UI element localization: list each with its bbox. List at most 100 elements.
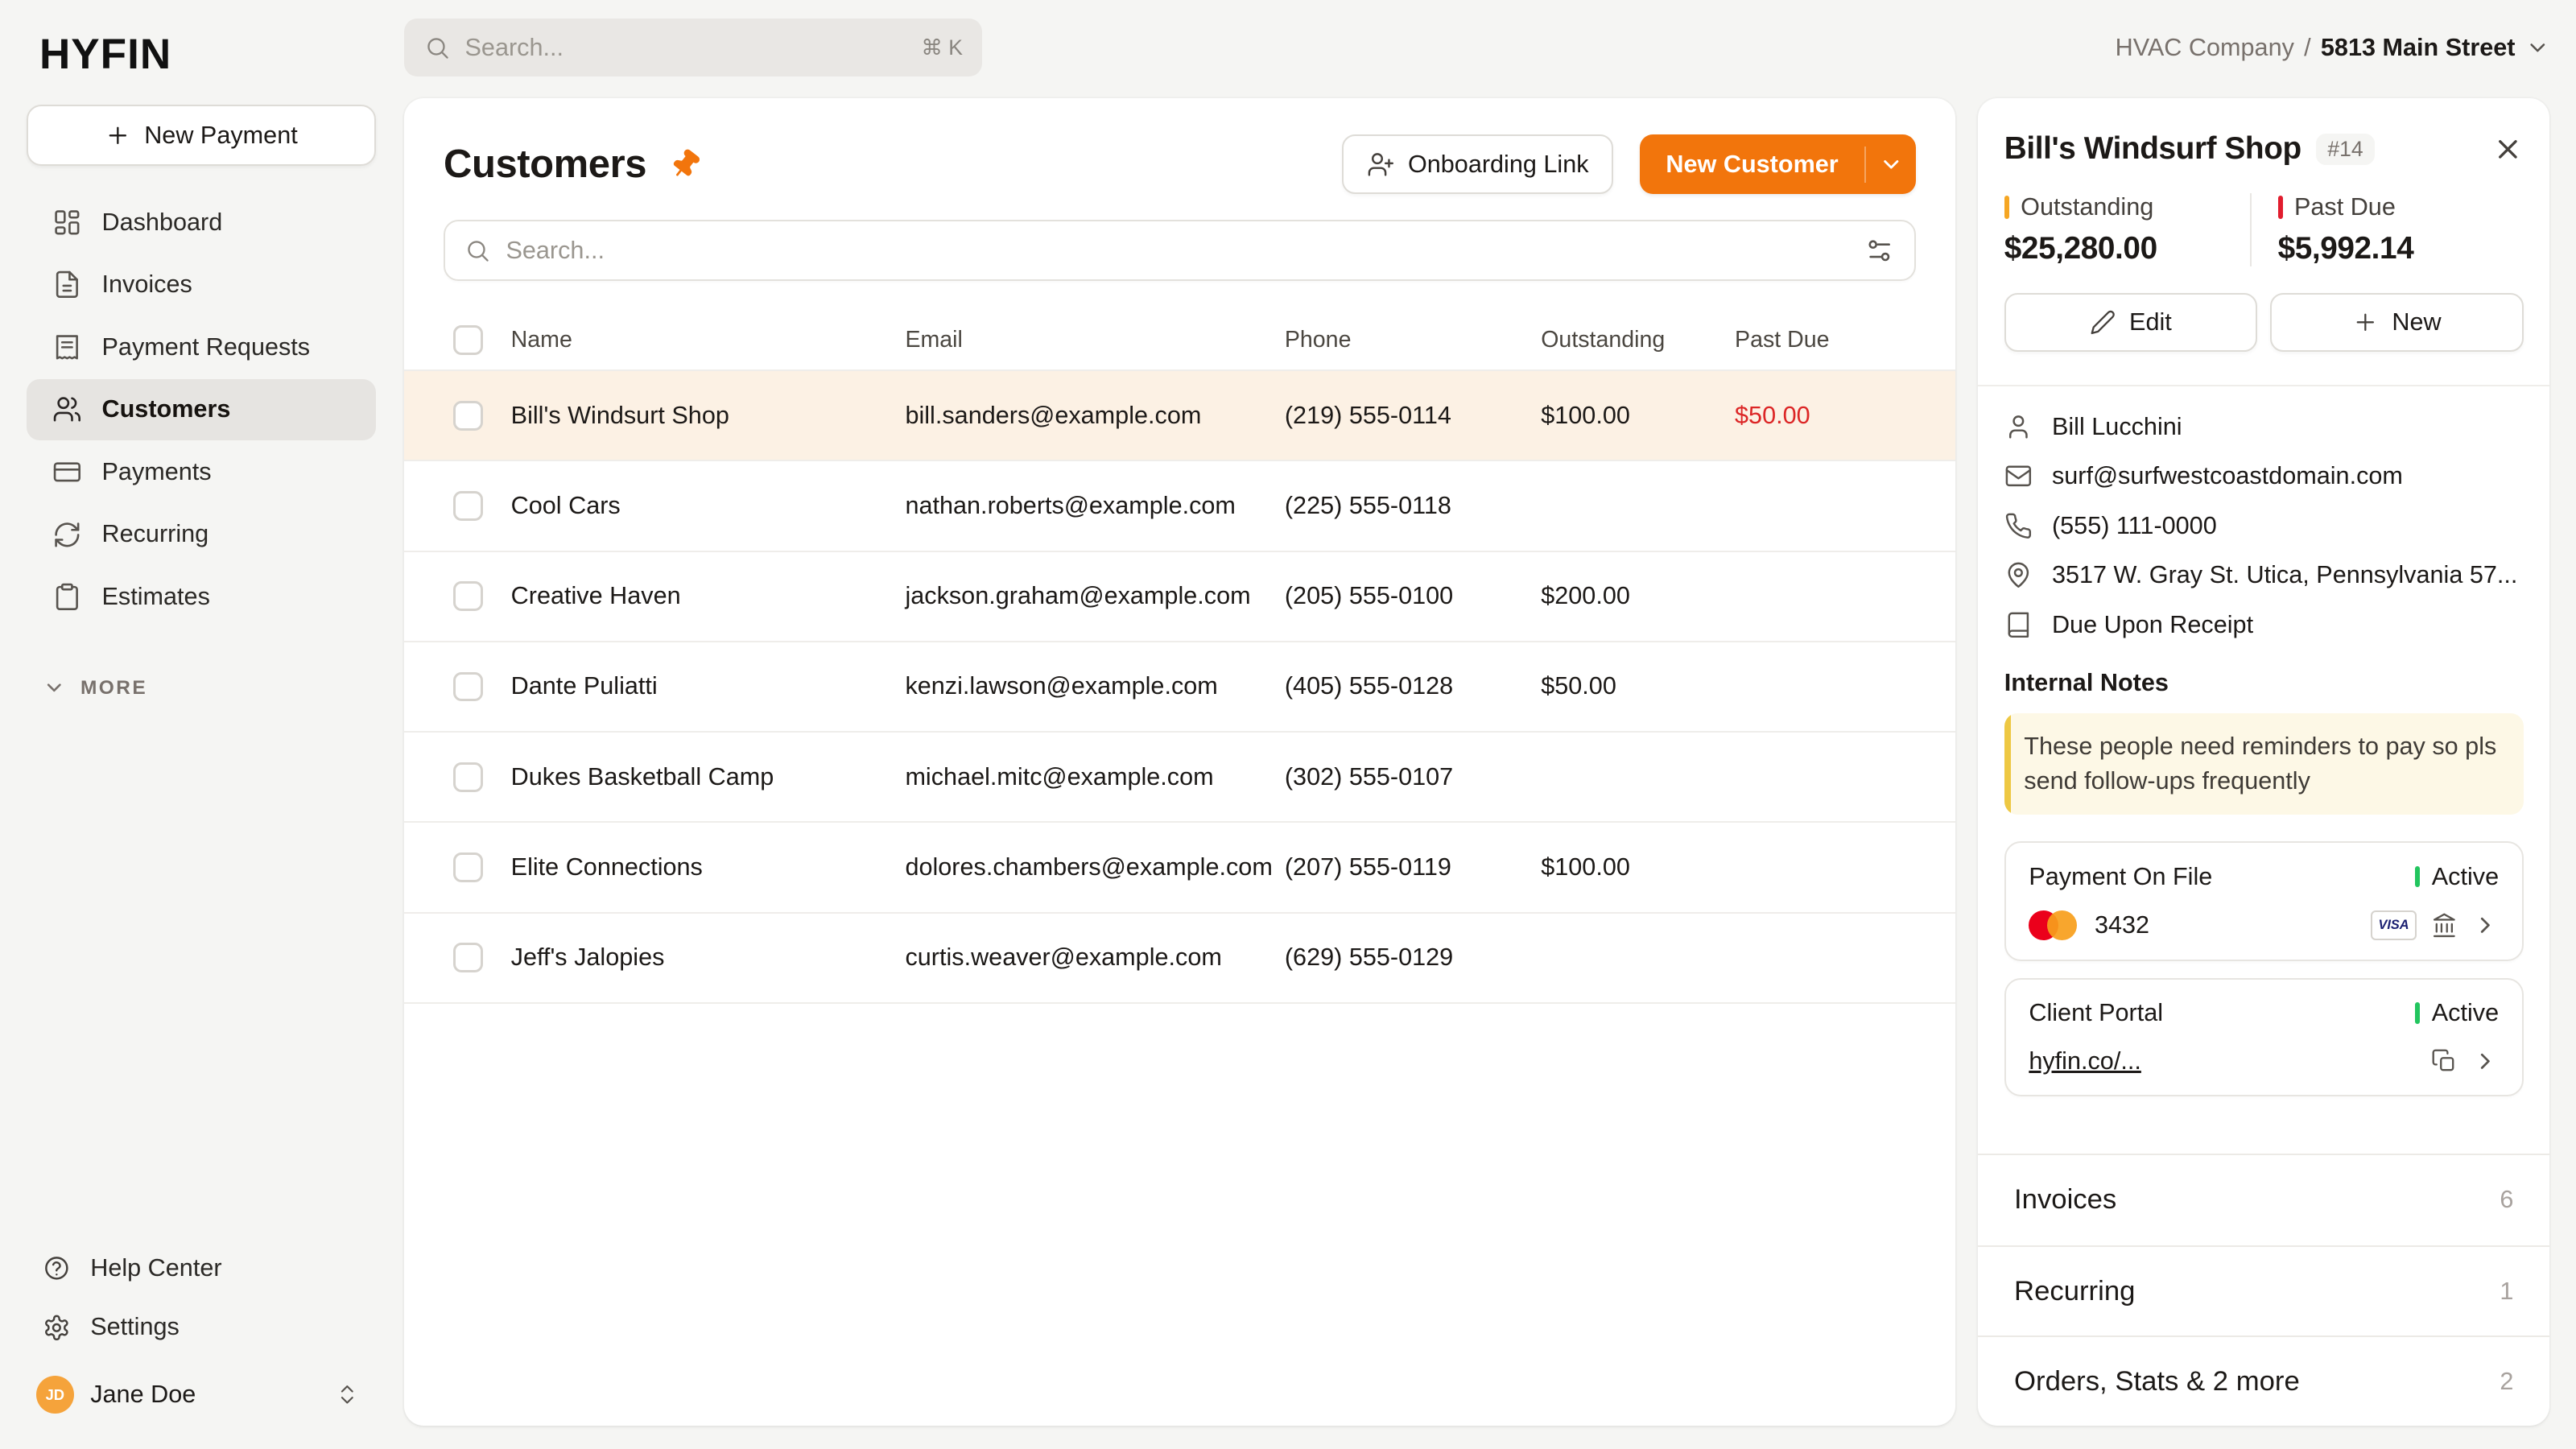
sidebar-footer: Help Center Settings JD Jane Doe [27,1239,377,1449]
sidebar-item-recurring[interactable]: Recurring [27,504,377,565]
detail-stats: Outstanding $25,280.00 Past Due $5,992.1… [2004,193,2524,266]
new-button[interactable]: New [2270,293,2523,352]
global-search-input[interactable] [465,34,906,62]
sidebar-item-estimates[interactable]: Estimates [27,567,377,628]
sidebar-item-label: Recurring [102,520,209,548]
active-bar-icon [2415,866,2420,888]
row-checkbox[interactable] [453,491,483,521]
user-icon [2004,413,2033,441]
section-invoices[interactable]: Invoices 6 [1978,1155,2549,1245]
new-payment-button[interactable]: New Payment [27,105,377,166]
avatar: JD [36,1376,74,1414]
customers-search[interactable] [444,220,1916,281]
settings-item[interactable]: Settings [27,1298,377,1356]
sidebar-item-label: Dashboard [102,208,223,237]
plus-icon [2352,309,2379,336]
row-checkbox[interactable] [453,762,483,792]
onboarding-link-button[interactable]: Onboarding Link [1342,134,1613,193]
client-portal-card[interactable]: Client Portal Active hyfin.co/... [2004,978,2524,1096]
table-row[interactable]: Jeff's Jalopies curtis.weaver@example.co… [404,914,1955,1004]
detail-scroll-area: Bill's Windsurf Shop #14 Outstanding $25… [1978,98,2549,1153]
chevron-down-icon [2525,35,2550,60]
cell-outstanding: $200.00 [1541,582,1735,610]
sidebar-item-dashboard[interactable]: Dashboard [27,192,377,254]
contact-text: 3517 W. Gray St. Utica, Pennsylvania 57.… [2052,561,2517,589]
detail-actions: Edit New [2004,293,2524,352]
cell-name: Dukes Basketball Camp [511,763,906,791]
users-icon [52,394,82,424]
section-count: 2 [2500,1368,2513,1396]
row-checkbox[interactable] [453,852,483,882]
detail-sections: Invoices 6 Recurring 1 Orders, Stats & 2… [1978,1154,2549,1426]
stat-label: Outstanding [2021,193,2153,221]
new-customer-button[interactable]: New Customer [1640,134,1865,193]
breadcrumb-separator: / [2304,34,2311,62]
internal-note: These people need reminders to pay so pl… [2004,713,2524,815]
cell-phone: (205) 555-0100 [1285,582,1541,610]
cell-email: dolores.chambers@example.com [905,853,1284,881]
customers-actions: Onboarding Link New Customer [1342,134,1915,193]
sidebar-item-customers[interactable]: Customers [27,379,377,440]
gear-icon [43,1314,71,1342]
user-menu[interactable]: JD Jane Doe [27,1357,377,1433]
section-recurring[interactable]: Recurring 1 [1978,1245,2549,1335]
internal-notes-heading: Internal Notes [2004,669,2524,697]
help-center-item[interactable]: Help Center [27,1239,377,1298]
customers-search-input[interactable] [506,237,1850,265]
chevron-right-icon[interactable] [2472,912,2499,939]
row-checkbox[interactable] [453,581,483,611]
edit-button[interactable]: Edit [2004,293,2257,352]
global-search[interactable]: ⌘ K [404,19,982,76]
sidebar-item-invoices[interactable]: Invoices [27,254,377,316]
chevron-right-icon[interactable] [2472,1048,2499,1075]
past-due-bar-icon [2278,196,2283,219]
filter-icon[interactable] [1864,236,1894,266]
cell-phone: (629) 555-0129 [1285,943,1541,972]
row-checkbox[interactable] [453,943,483,972]
payment-on-file-card[interactable]: Payment On File Active 3432 VISA [2004,841,2524,961]
pencil-icon [2090,309,2116,336]
pin-icon[interactable] [663,142,707,186]
breadcrumb[interactable]: HVAC Company / 5813 Main Street [2116,34,2550,62]
close-icon[interactable] [2492,134,2524,165]
sidebar-item-label: Payment Requests [102,333,311,361]
stat-outstanding: Outstanding $25,280.00 [2004,193,2250,266]
customer-detail-panel: Bill's Windsurf Shop #14 Outstanding $25… [1978,98,2549,1426]
payment-on-file-title: Payment On File [2029,863,2212,891]
table-row[interactable]: Elite Connections dolores.chambers@examp… [404,823,1955,913]
row-checkbox[interactable] [453,401,483,431]
sidebar-item-payment-requests[interactable]: Payment Requests [27,317,377,378]
sidebar-item-payments[interactable]: Payments [27,442,377,503]
col-name: Name [511,327,906,353]
clipboard-icon [52,582,82,612]
table-row[interactable]: Creative Haven jackson.graham@example.co… [404,552,1955,642]
plus-icon [105,122,131,149]
table-row[interactable]: Bill's Windsurt Shop bill.sanders@exampl… [404,371,1955,461]
cell-email: curtis.weaver@example.com [905,943,1284,972]
section-label: Recurring [2014,1276,2135,1307]
table-row[interactable]: Cool Cars nathan.roberts@example.com (22… [404,461,1955,551]
phone-icon [2004,512,2033,540]
copy-icon[interactable] [2431,1048,2458,1075]
new-customer-dropdown[interactable] [1866,134,1915,193]
cell-name: Dante Puliatti [511,672,906,700]
contact-text: (555) 111-0000 [2052,512,2217,540]
table-row[interactable]: Dante Puliatti kenzi.lawson@example.com … [404,642,1955,733]
sidebar-more-toggle[interactable]: MORE [27,676,377,700]
portal-status-badge: Active [2415,999,2499,1027]
cell-email: michael.mitc@example.com [905,763,1284,791]
refresh-icon [52,520,82,550]
table-row[interactable]: Dukes Basketball Camp michael.mitc@examp… [404,733,1955,823]
select-all-checkbox[interactable] [453,325,483,355]
stat-value: $25,280.00 [2004,231,2250,266]
row-checkbox[interactable] [453,672,483,702]
payment-request-icon [52,332,82,362]
bank-icon [2431,912,2458,939]
section-orders-stats[interactable]: Orders, Stats & 2 more 2 [1978,1335,2549,1426]
new-payment-label: New Payment [144,122,298,150]
client-portal-title: Client Portal [2029,999,2163,1027]
cell-phone: (405) 555-0128 [1285,672,1541,700]
portal-link[interactable]: hyfin.co/... [2029,1047,2141,1075]
cell-name: Bill's Windsurt Shop [511,402,906,430]
edit-label: Edit [2129,308,2172,336]
